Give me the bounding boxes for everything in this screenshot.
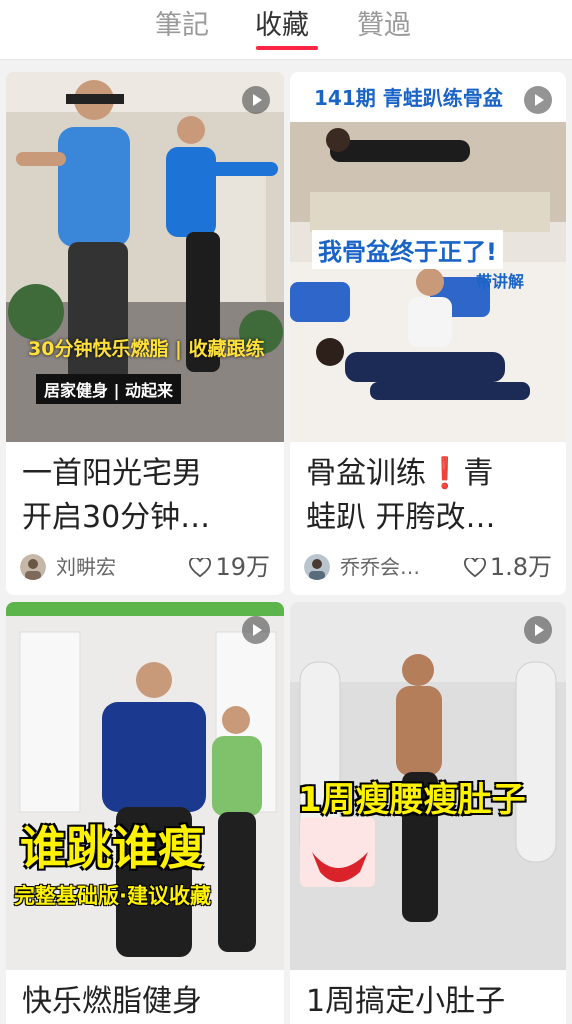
avatar-image [20, 554, 46, 580]
tab-collections[interactable]: 收藏 [255, 8, 309, 44]
thumbnail-image [6, 602, 284, 970]
card-title: 骨盆训练❗青 蛙趴 开胯改… [306, 456, 496, 535]
thumbnail-caption: 30分钟快乐燃脂 | 收藏跟练 [28, 338, 265, 360]
thumbnail-headline: 谁跳谁瘦 [20, 821, 204, 875]
top-tab-bar: 筆記 收藏 贊過 [0, 0, 572, 60]
author-name[interactable]: 刘畊宏 [56, 554, 116, 580]
note-card[interactable]: 30分钟快乐燃脂 | 收藏跟练 居家健身 | 动起来 一首阳光宅男 开启30分钟… [6, 72, 284, 595]
video-thumbnail[interactable]: 141期 青蛙趴练骨盆 我骨盆终于正了! 带讲解 [290, 72, 566, 442]
heart-icon [189, 558, 212, 578]
play-icon [242, 86, 270, 114]
card-title: 1周搞定小肚子 [306, 984, 506, 1019]
tab-liked[interactable]: 贊過 [357, 8, 411, 44]
thumbnail-tag: 居家健身 | 动起来 [36, 374, 181, 404]
thumbnail-caption: 141期 青蛙趴练骨盆 [314, 86, 503, 110]
like-count[interactable]: 1.8万 [463, 552, 552, 582]
active-tab-indicator [256, 46, 318, 50]
play-icon [524, 616, 552, 644]
video-thumbnail[interactable]: 谁跳谁瘦 完整基础版·建议收藏 [6, 602, 284, 970]
thumbnail-headline: 我骨盆终于正了! [312, 230, 503, 269]
video-thumbnail[interactable]: 1周瘦腰瘦肚子 [290, 602, 566, 970]
thumbnail-caption: 完整基础版·建议收藏 [14, 884, 211, 908]
card-meta: 刘畊宏 19万 [20, 552, 270, 584]
note-card[interactable]: 141期 青蛙趴练骨盆 我骨盆终于正了! 带讲解 骨盆训练❗青 蛙趴 开胯改… … [290, 72, 566, 595]
avatar-image [304, 554, 330, 580]
play-icon [242, 616, 270, 644]
card-meta: 乔乔会… 1.8万 [304, 552, 552, 584]
play-icon [524, 86, 552, 114]
like-count[interactable]: 19万 [189, 552, 270, 582]
tab-notes[interactable]: 筆記 [155, 8, 209, 44]
like-count-value: 1.8万 [489, 553, 552, 581]
card-title: 快乐燃脂健身 [22, 984, 202, 1019]
thumbnail-headline: 1周瘦腰瘦肚子 [298, 780, 526, 820]
avatar[interactable] [304, 554, 330, 580]
card-title: 一首阳光宅男 开启30分钟… [22, 456, 211, 535]
note-card[interactable]: 谁跳谁瘦 完整基础版·建议收藏 快乐燃脂健身 [6, 602, 284, 1024]
note-card[interactable]: 1周瘦腰瘦肚子 1周搞定小肚子 [290, 602, 566, 1024]
heart-icon [463, 558, 486, 578]
thumbnail-tag: 带讲解 [476, 272, 525, 291]
avatar[interactable] [20, 554, 46, 580]
author-name[interactable]: 乔乔会… [340, 554, 420, 580]
like-count-value: 19万 [215, 553, 270, 581]
video-thumbnail[interactable]: 30分钟快乐燃脂 | 收藏跟练 居家健身 | 动起来 [6, 72, 284, 442]
